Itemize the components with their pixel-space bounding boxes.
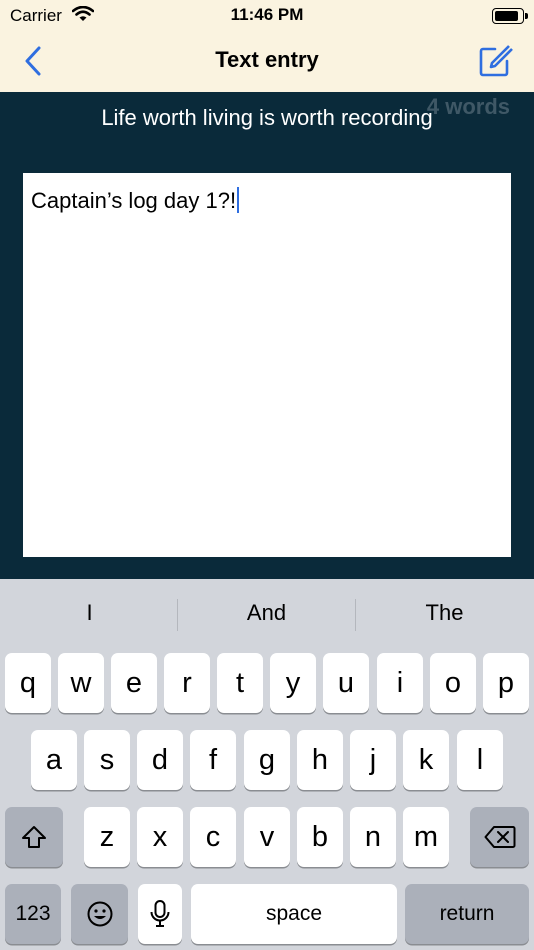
- key-w[interactable]: w: [58, 653, 104, 713]
- shift-key[interactable]: [5, 807, 63, 867]
- text-cursor: [237, 187, 240, 213]
- return-key[interactable]: return: [405, 884, 529, 944]
- key-o[interactable]: o: [430, 653, 476, 713]
- key-y[interactable]: y: [270, 653, 316, 713]
- suggestion-2[interactable]: And: [178, 600, 355, 626]
- clock: 11:46 PM: [230, 5, 304, 24]
- key-c[interactable]: c: [190, 807, 236, 867]
- battery-icon: [492, 8, 528, 24]
- text-entry-field[interactable]: Captain’s log day 1?!: [23, 173, 511, 557]
- shift-icon: [22, 826, 46, 848]
- entry-text: Captain’s log day 1?!: [31, 187, 240, 214]
- emoji-icon: [87, 901, 112, 927]
- key-z[interactable]: z: [84, 807, 130, 867]
- key-m[interactable]: m: [403, 807, 449, 867]
- key-f[interactable]: f: [190, 730, 236, 790]
- key-g[interactable]: g: [244, 730, 290, 790]
- suggestion-3[interactable]: The: [356, 600, 533, 626]
- compose-icon[interactable]: [478, 44, 514, 78]
- key-a[interactable]: a: [31, 730, 77, 790]
- key-h[interactable]: h: [297, 730, 343, 790]
- key-r[interactable]: r: [164, 653, 210, 713]
- numbers-key[interactable]: 123: [5, 884, 61, 944]
- key-e[interactable]: e: [111, 653, 157, 713]
- key-u[interactable]: u: [323, 653, 369, 713]
- dictation-key[interactable]: [138, 884, 182, 944]
- key-l[interactable]: l: [457, 730, 503, 790]
- key-k[interactable]: k: [403, 730, 449, 790]
- page-title: Text entry: [215, 47, 319, 72]
- navigation-bar: Text entry: [0, 30, 534, 92]
- key-d[interactable]: d: [137, 730, 183, 790]
- key-b[interactable]: b: [297, 807, 343, 867]
- space-key[interactable]: space: [191, 884, 397, 944]
- status-bar: Carrier 11:46 PM: [0, 0, 534, 30]
- delete-icon: [484, 826, 515, 848]
- key-n[interactable]: n: [350, 807, 396, 867]
- microphone-icon: [150, 900, 170, 927]
- key-x[interactable]: x: [137, 807, 183, 867]
- key-j[interactable]: j: [350, 730, 396, 790]
- key-v[interactable]: v: [244, 807, 290, 867]
- emoji-key[interactable]: [71, 884, 128, 944]
- key-q[interactable]: q: [5, 653, 51, 713]
- keyboard: I And The q w e r t y u i o p a s d f g …: [0, 579, 534, 950]
- key-i[interactable]: i: [377, 653, 423, 713]
- key-s[interactable]: s: [84, 730, 130, 790]
- entry-text-value: Captain’s log day 1?!: [31, 188, 237, 213]
- suggestion-1[interactable]: I: [1, 600, 178, 626]
- key-t[interactable]: t: [217, 653, 263, 713]
- key-p[interactable]: p: [483, 653, 529, 713]
- battery-fill: [495, 11, 518, 21]
- delete-key[interactable]: [470, 807, 529, 867]
- content-area: 4 words Life worth living is worth recor…: [0, 92, 534, 579]
- suggestion-bar: I And The: [0, 579, 534, 651]
- tagline: Life worth living is worth recording: [101, 105, 433, 130]
